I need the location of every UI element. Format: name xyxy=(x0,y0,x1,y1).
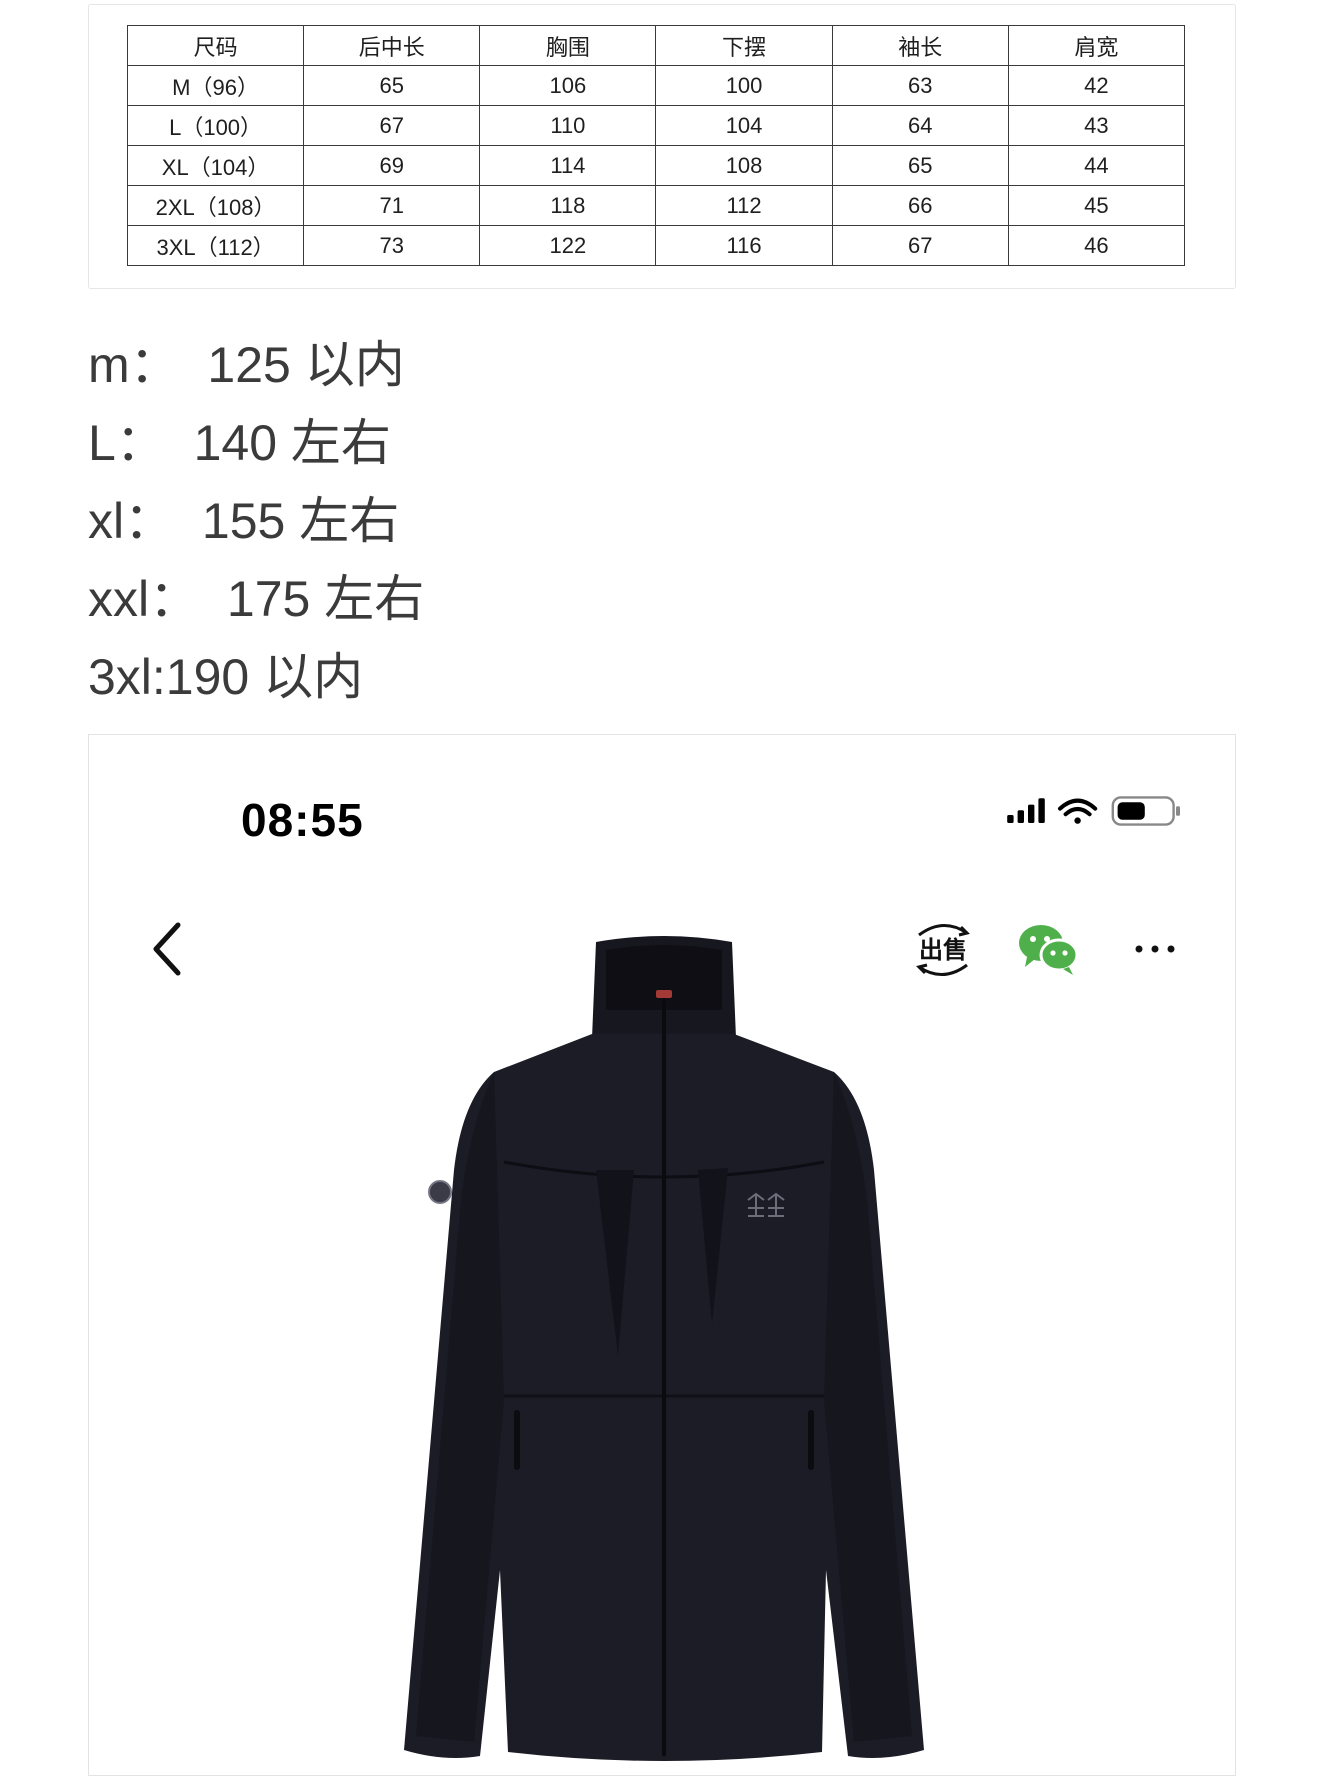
back-button[interactable] xyxy=(134,913,206,985)
product-image-jacket xyxy=(404,936,924,1761)
table-cell: M（96） xyxy=(126,65,305,106)
status-bar-icons xyxy=(1007,796,1180,826)
fit-note-l: L： 140 左右 xyxy=(88,415,391,471)
table-cell: 106 xyxy=(479,65,657,106)
table-cell: 100 xyxy=(655,65,833,106)
signal-icon xyxy=(1007,798,1045,823)
header-shoulder: 肩宽 xyxy=(1007,25,1186,66)
table-cell: 45 xyxy=(1007,185,1186,226)
table-cell: 116 xyxy=(655,225,833,266)
table-cell: 3XL（112） xyxy=(126,225,305,266)
table-cell: 67 xyxy=(303,105,481,146)
table-cell: 65 xyxy=(831,145,1009,186)
table-row: 2XL（108） 71 118 112 66 45 xyxy=(126,185,1186,226)
table-cell: L（100） xyxy=(126,105,305,146)
header-sleeve: 袖长 xyxy=(831,25,1009,66)
table-cell: 66 xyxy=(831,185,1009,226)
table-cell: 63 xyxy=(831,65,1009,106)
chevron-left-icon xyxy=(153,922,181,976)
battery-icon xyxy=(1111,796,1180,826)
table-row: 3XL（112） 73 122 116 67 46 xyxy=(126,225,1186,266)
more-button[interactable] xyxy=(1119,913,1191,985)
table-cell: 65 xyxy=(303,65,481,106)
table-cell: 110 xyxy=(479,105,657,146)
header-hem: 下摆 xyxy=(655,25,833,66)
more-icon xyxy=(1135,945,1175,953)
size-chart-card: 尺码 后中长 胸围 下摆 袖长 肩宽 M（96） 65 106 100 63 4… xyxy=(88,4,1236,289)
status-time: 08:55 xyxy=(241,794,364,846)
table-cell: 64 xyxy=(831,105,1009,146)
table-cell: 104 xyxy=(655,105,833,146)
wifi-icon xyxy=(1058,798,1098,824)
header-back-length: 后中长 xyxy=(303,25,481,66)
table-cell: 114 xyxy=(479,145,657,186)
fit-note-3xl: 3xl:190 以内 xyxy=(88,649,364,705)
fit-notes: m： 125 以内 L： 140 左右 xl： 155 左右 xxl： 175 … xyxy=(88,326,788,716)
table-cell: 46 xyxy=(1007,225,1186,266)
table-row: XL（104） 69 114 108 65 44 xyxy=(126,145,1186,186)
table-cell: 122 xyxy=(479,225,657,266)
table-cell: 43 xyxy=(1007,105,1186,146)
table-row: L（100） 67 110 104 64 43 xyxy=(126,105,1186,146)
table-cell: 71 xyxy=(303,185,481,226)
fit-note-xl: xl： 155 左右 xyxy=(88,493,400,549)
table-cell: 44 xyxy=(1007,145,1186,186)
fit-note-xxl: xxl： 175 左右 xyxy=(88,571,425,627)
table-row: M（96） 65 106 100 63 42 xyxy=(126,65,1186,106)
size-table: 尺码 后中长 胸围 下摆 袖长 肩宽 M（96） 65 106 100 63 4… xyxy=(126,25,1186,266)
phone-screenshot: 08:55 出售 xyxy=(88,734,1236,1776)
wechat-icon xyxy=(1019,925,1079,975)
table-cell: 112 xyxy=(655,185,833,226)
table-cell: 69 xyxy=(303,145,481,186)
fit-note-m: m： 125 以内 xyxy=(88,337,405,393)
wechat-share-button[interactable] xyxy=(1013,913,1085,985)
table-cell: 67 xyxy=(831,225,1009,266)
table-cell: XL（104） xyxy=(126,145,305,186)
table-cell: 108 xyxy=(655,145,833,186)
header-chest: 胸围 xyxy=(479,25,657,66)
size-table-header-row: 尺码 后中长 胸围 下摆 袖长 肩宽 xyxy=(126,25,1186,66)
table-cell: 2XL（108） xyxy=(126,185,305,226)
table-cell: 118 xyxy=(479,185,657,226)
header-size: 尺码 xyxy=(126,25,305,66)
table-cell: 42 xyxy=(1007,65,1186,106)
table-cell: 73 xyxy=(303,225,481,266)
